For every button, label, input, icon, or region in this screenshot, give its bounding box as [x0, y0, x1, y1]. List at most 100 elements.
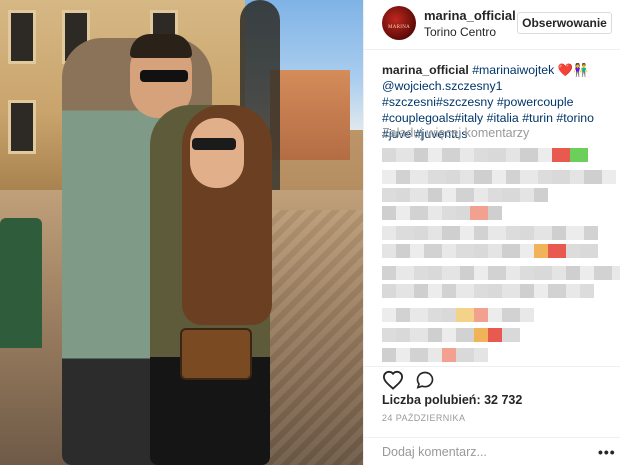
post-date[interactable]: 24 PAŹDZIERNIKA — [382, 413, 465, 423]
caption-hashtag[interactable]: #turin — [522, 111, 553, 125]
blurred-comment-pixel — [538, 170, 552, 184]
blurred-comment-pixel — [456, 188, 474, 202]
heart-icon[interactable] — [382, 370, 404, 395]
blurred-comment-pixel — [460, 148, 474, 162]
blurred-comment-pixel — [382, 206, 396, 220]
caption-hashtag[interactable]: @wojciech.szczesny1 — [382, 79, 502, 93]
blurred-comment-pixel — [506, 266, 520, 280]
blurred-comment-pixel — [474, 170, 492, 184]
blurred-comment-pixel — [548, 284, 566, 298]
photo-woman-sunglasses — [192, 138, 236, 150]
photo-handbag — [180, 328, 252, 380]
photo-man-sunglasses — [140, 70, 188, 82]
blurred-comment-pixel — [534, 284, 548, 298]
blurred-comment-pixel — [382, 188, 396, 202]
blurred-comment-pixel — [428, 308, 442, 322]
blurred-comment-pixel — [520, 244, 534, 258]
blurred-comment-pixel — [492, 170, 506, 184]
blurred-comment-pixel — [428, 284, 442, 298]
blurred-comment-pixel — [520, 188, 534, 202]
blurred-comment-pixel — [502, 328, 520, 342]
blurred-comment-pixel — [474, 226, 488, 240]
blurred-comment-pixel — [414, 284, 428, 298]
caption-hashtag[interactable]: #couplegoals — [382, 111, 454, 125]
blurred-comment-pixel — [410, 188, 428, 202]
blurred-comment-pixel — [396, 170, 410, 184]
blurred-comment-pixel — [382, 226, 396, 240]
blurred-comment-pixel — [520, 266, 534, 280]
likes-count[interactable]: Liczba polubień: 32 732 — [382, 393, 522, 407]
blurred-comment-pixel — [442, 348, 456, 362]
blurred-comment-pixel — [442, 328, 456, 342]
caption-hashtag[interactable]: #marinaiwojtek — [472, 63, 554, 77]
blurred-comment-pixel — [580, 266, 594, 280]
blurred-comment-pixel — [570, 148, 588, 162]
blurred-comment-pixel — [488, 308, 502, 322]
caption-text: ❤️👫 — [554, 63, 589, 77]
post-username[interactable]: marina_official — [424, 8, 516, 23]
blurred-comment-pixel — [396, 188, 410, 202]
blurred-comment-pixel — [410, 244, 424, 258]
blurred-comment-pixel — [410, 308, 428, 322]
blurred-comment-pixel — [566, 226, 584, 240]
blurred-comment-pixel — [580, 284, 594, 298]
blurred-comment-pixel — [474, 328, 488, 342]
blurred-comment-pixel — [410, 348, 428, 362]
blurred-comment-pixel — [474, 284, 488, 298]
caption-username[interactable]: marina_official — [382, 63, 469, 77]
post-side-panel: MARINA marina_official Torino Centro Obs… — [363, 0, 620, 465]
blurred-comment-pixel — [382, 148, 396, 162]
comment-icon[interactable] — [415, 370, 435, 395]
blurred-comment-pixel — [534, 266, 552, 280]
blurred-comment-pixel — [396, 284, 414, 298]
blurred-comment-pixel — [548, 244, 566, 258]
caption-hashtag[interactable]: #italy — [454, 111, 483, 125]
blurred-comment-pixel — [520, 308, 534, 322]
blurred-comment-pixel — [428, 328, 442, 342]
caption-hashtag[interactable]: #italia — [487, 111, 519, 125]
post-header: MARINA marina_official Torino Centro Obs… — [364, 0, 620, 50]
blurred-comment-pixel — [396, 308, 410, 322]
avatar[interactable]: MARINA — [382, 6, 416, 40]
blurred-comment-pixel — [442, 188, 456, 202]
blurred-comment-pixel — [446, 170, 460, 184]
blurred-comment-pixel — [456, 244, 474, 258]
caption-hashtag[interactable]: #powercouple — [497, 95, 574, 109]
blurred-comment-pixel — [534, 188, 548, 202]
blurred-comment-pixel — [428, 148, 442, 162]
caption-hashtag[interactable]: #szczesni — [382, 95, 436, 109]
avatar-logo-text: MARINA — [387, 25, 411, 30]
blurred-comment-pixel — [506, 148, 520, 162]
blurred-comment-pixel — [410, 328, 428, 342]
blurred-comment-pixel — [456, 328, 474, 342]
comment-input[interactable] — [382, 445, 582, 459]
blurred-comment-pixel — [502, 244, 520, 258]
blurred-comment-pixel — [570, 170, 584, 184]
blurred-comment-pixel — [424, 244, 442, 258]
more-options-icon[interactable]: ••• — [598, 444, 616, 460]
post-photo[interactable] — [0, 0, 363, 465]
blurred-comment-pixel — [474, 188, 488, 202]
photo-woman-head — [190, 118, 244, 188]
blurred-comment-pixel — [396, 206, 410, 220]
load-more-comments-link[interactable]: Załaduj więcej komentarzy — [382, 126, 529, 140]
blurred-comment-pixel — [474, 148, 488, 162]
blurred-comment-pixel — [428, 266, 442, 280]
blurred-comment-pixel — [474, 266, 488, 280]
post-location[interactable]: Torino Centro — [424, 25, 496, 39]
blurred-comment-pixel — [428, 206, 442, 220]
blurred-comment-pixel — [382, 170, 396, 184]
blurred-comment-pixel — [442, 244, 456, 258]
follow-button[interactable]: Obserwowanie — [517, 12, 612, 34]
blurred-comment-pixel — [396, 226, 414, 240]
caption-hashtag[interactable]: #szczesny — [436, 95, 493, 109]
blurred-comment-pixel — [396, 266, 414, 280]
blurred-comment-pixel — [428, 226, 442, 240]
photo-man-hair — [130, 34, 192, 58]
blurred-comment-pixel — [534, 244, 548, 258]
blurred-comment-pixel — [488, 148, 506, 162]
caption-hashtag[interactable]: #torino — [556, 111, 594, 125]
blurred-comment-pixel — [488, 188, 502, 202]
blurred-comment-pixel — [474, 244, 488, 258]
blurred-comment-pixel — [414, 266, 428, 280]
